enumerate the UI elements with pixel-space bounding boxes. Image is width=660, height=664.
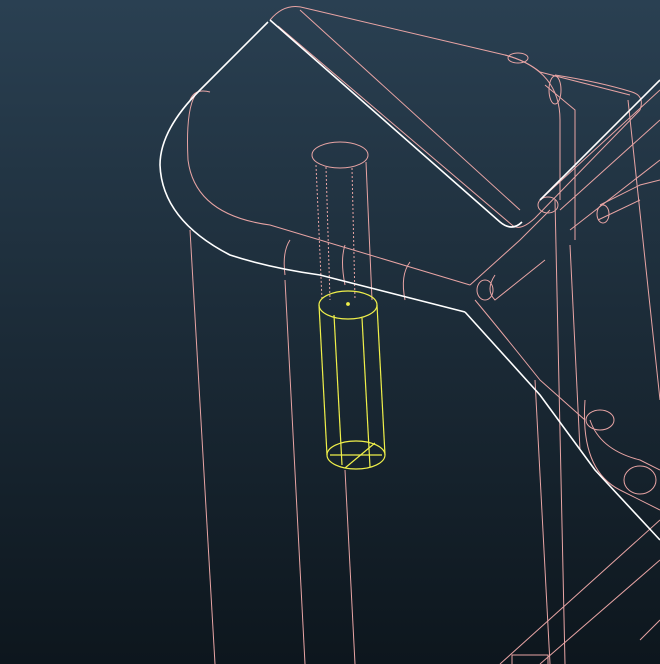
viewport-background bbox=[0, 0, 660, 664]
cad-viewport[interactable] bbox=[0, 0, 660, 664]
cylinder-center-point bbox=[346, 302, 350, 306]
wireframe-scene[interactable] bbox=[0, 0, 660, 664]
